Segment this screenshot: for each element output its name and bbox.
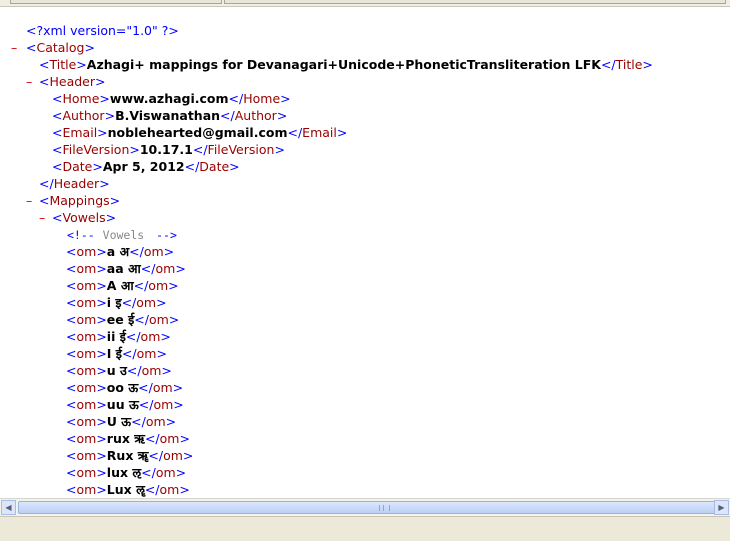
om-mapping-row: <om>Lux ॡ</om> [66, 482, 190, 497]
om-mapping-value: A आ [106, 278, 134, 293]
title-element: <Title>Azhagi+ mappings for Devanagari+U… [39, 57, 653, 72]
om-mapping-row: <om>U ऊ</om> [66, 414, 177, 429]
xml-viewer: <?xml version="1.0" ?> – <Catalog> <Titl… [0, 7, 730, 497]
comment-text: Vowels [102, 228, 145, 242]
om-mapping-row: <om>ee ई</om> [66, 312, 180, 327]
om-mapping-value: i इ [106, 295, 122, 310]
fileversion-value: 10.17.1 [139, 142, 193, 157]
om-mapping-row: <om>oo ऊ</om> [66, 380, 184, 395]
declaration-text: <?xml version="1.0" ?> [26, 23, 179, 38]
om-mapping-value: rux ऋ [106, 431, 145, 446]
vowels-tag: Vowels [62, 210, 106, 225]
email-value: noblehearted@gmail.com [107, 125, 288, 140]
author-value: B.Viswanathan [115, 108, 221, 123]
om-mapping-value: I ई [106, 346, 122, 361]
om-mapping-value: ee ई [106, 312, 135, 327]
om-mapping-row: <om>rux ऋ</om> [66, 431, 190, 446]
mappings-tag: Mappings [49, 193, 110, 208]
window-bottom-strip [0, 516, 730, 541]
om-mapping-row: <om>u उ</om> [66, 363, 172, 378]
header-close-line: </Header> [39, 176, 110, 191]
scroll-left-arrow-icon[interactable]: ◀ [1, 500, 16, 515]
om-mapping-row: <om>ii ई</om> [66, 329, 171, 344]
collapse-toggle-icon[interactable]: – [11, 39, 17, 56]
header-tag: Header [49, 74, 95, 89]
horizontal-scrollbar[interactable]: ◀ ▶ [0, 498, 730, 516]
vowels-comment: <!-- Vowels --> [67, 228, 177, 242]
om-mapping-row: <om>a अ</om> [66, 244, 175, 259]
om-mapping-value: a अ [106, 244, 130, 259]
om-mapping-value: U ऊ [106, 414, 132, 429]
top-tab-left[interactable] [10, 0, 222, 4]
om-mapping-value: uu ऊ [106, 397, 139, 412]
home-value: www.azhagi.com [109, 91, 229, 106]
om-mapping-row: <om>aa आ</om> [66, 261, 186, 276]
om-mapping-row: <om>Rux ॠ</om> [66, 448, 194, 463]
collapse-toggle-icon[interactable]: – [39, 209, 45, 226]
author-element: <Author>B.Viswanathan</Author> [52, 108, 288, 123]
om-mapping-value: Lux ॡ [106, 482, 145, 497]
om-mapping-row: <om>uu ऊ</om> [66, 397, 184, 412]
date-value: Apr 5, 2012 [102, 159, 185, 174]
om-mapping-row: <om>lux ऌ</om> [66, 465, 187, 480]
scrollbar-grip-icon [379, 505, 390, 511]
om-mapping-value: ii ई [106, 329, 126, 344]
date-element: <Date>Apr 5, 2012</Date> [52, 159, 240, 174]
title-value: Azhagi+ mappings for Devanagari+Unicode+… [86, 57, 601, 72]
collapse-toggle-icon[interactable]: – [26, 192, 32, 209]
collapse-toggle-icon[interactable]: – [26, 73, 32, 90]
catalog-tag: Catalog [36, 40, 85, 55]
om-mapping-row: <om>i इ</om> [66, 295, 167, 310]
om-mapping-value: Rux ॠ [106, 448, 149, 463]
fileversion-element: <FileVersion>10.17.1</FileVersion> [52, 142, 285, 157]
scroll-right-arrow-icon[interactable]: ▶ [714, 500, 729, 515]
om-mapping-value: u उ [106, 363, 127, 378]
om-mapping-row: <om>I ई</om> [66, 346, 167, 361]
email-element: <Email>noblehearted@gmail.com</Email> [52, 125, 348, 140]
home-element: <Home>www.azhagi.com</Home> [52, 91, 291, 106]
scrollbar-thumb[interactable] [18, 501, 720, 514]
om-mapping-value: oo ऊ [106, 380, 139, 395]
xml-declaration: <?xml version="1.0" ?> [26, 22, 179, 39]
om-mapping-value: lux ऌ [106, 465, 142, 480]
om-mapping-value: aa आ [106, 261, 141, 276]
window-top-strip [0, 0, 730, 7]
top-tab-right[interactable] [224, 0, 726, 4]
om-mapping-row: <om>A आ</om> [66, 278, 179, 293]
